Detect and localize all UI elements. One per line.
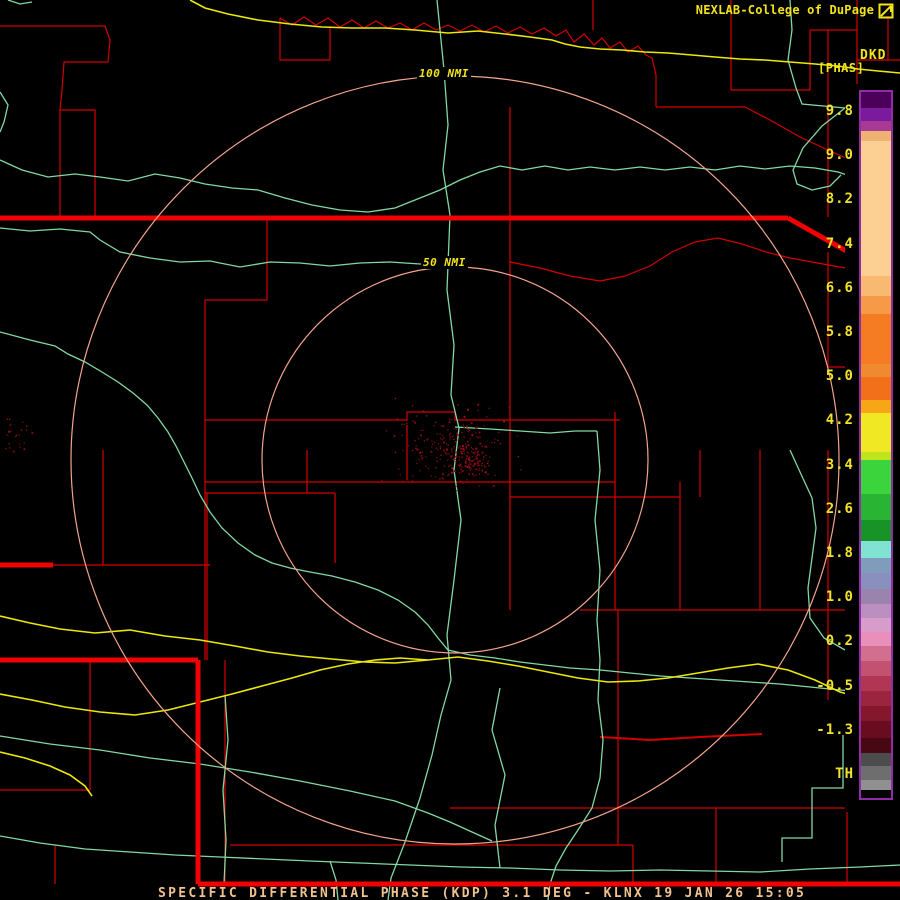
colorbar-segment (861, 92, 891, 108)
colorbar-segment (861, 276, 891, 296)
river-line (387, 0, 462, 900)
river-line (781, 735, 844, 862)
colorbar-segment (861, 141, 891, 276)
colorbar-segment (861, 632, 891, 646)
river-line (0, 227, 448, 268)
colorbar-segment (861, 400, 891, 413)
colorbar-segment (861, 541, 891, 558)
colorbar-segment (861, 676, 891, 691)
colorbar-tick-label: 9.0 (825, 147, 854, 163)
radar-map-canvas (0, 0, 900, 900)
colorbar-tick-label: 6.6 (825, 280, 854, 296)
colorbar (859, 90, 893, 800)
colorbar-segment (861, 460, 891, 494)
colorbar-segment (861, 753, 891, 766)
colorbar-tick-label: 8.2 (825, 191, 854, 207)
colorbar-tick-label: 1.8 (825, 545, 854, 561)
colorbar-segment (861, 520, 891, 541)
colorbar-segment (861, 296, 891, 314)
colorbar-segment (861, 121, 891, 131)
colorbar-tick-label: 5.0 (825, 368, 854, 384)
county-boundary-line (0, 25, 111, 217)
colorbar-segment (861, 604, 891, 618)
colorbar-segment (861, 646, 891, 661)
river-line (0, 91, 9, 133)
river-line (0, 331, 863, 693)
colorbar-segment (861, 790, 891, 798)
colorbar-segment (861, 573, 891, 589)
colorbar-tick-label: -0.5 (816, 678, 854, 694)
colorbar-tick-label: 4.2 (825, 412, 854, 428)
colorbar-segment (861, 452, 891, 460)
colorbar-segment (861, 377, 891, 400)
colorbar-segment (861, 314, 891, 364)
colorbar-segment (861, 131, 891, 141)
colorbar-tick-label: 2.6 (825, 501, 854, 517)
colorbar-tick-label: 9.8 (825, 103, 854, 119)
colorbar-segment (861, 618, 891, 632)
river-line (0, 735, 493, 842)
colorbar-segment (861, 721, 891, 738)
colorbar-segment (861, 691, 891, 706)
colorbar-segment (861, 780, 891, 790)
colorbar-tick-label: 5.8 (825, 324, 854, 340)
river-line (0, 159, 863, 213)
status-bar-text: SPECIFIC DIFFERENTIAL PHASE (KDP) 3.1 DE… (158, 886, 807, 900)
colorbar-segment (861, 558, 891, 573)
colorbar-segment (861, 706, 891, 721)
colorbar-segment (861, 661, 891, 676)
range-ring-label-100nmi: 100 NMI (417, 67, 471, 80)
county-boundary-line (509, 237, 847, 282)
colorbar-segment (861, 108, 891, 121)
colorbar-segment (861, 413, 891, 452)
highway-line (0, 657, 429, 716)
river-line (7, 0, 33, 5)
red-road-line (599, 733, 763, 742)
colorbar-tick-label: -1.3 (816, 722, 854, 738)
county-boundary-line (827, 252, 846, 368)
colorbar-segment (861, 494, 891, 520)
colorbar-tick-label: 3.4 (825, 457, 854, 473)
colorbar-tick-label: 1.0 (825, 589, 854, 605)
colorbar-segment (861, 766, 891, 780)
colorbar-tick-label: 0.2 (825, 633, 854, 649)
colorbar-segment (861, 738, 891, 753)
range-ring-label-50nmi: 50 NMI (421, 256, 468, 269)
colorbar-tick-label: 7.4 (825, 236, 854, 252)
county-boundary-line (279, 16, 657, 107)
colorbar-threshold-label: TH (835, 766, 854, 782)
river-line (547, 430, 604, 900)
radar-display: 9.8 9.0 8.2 7.4 6.6 5.8 5.0 4.2 3.4 2.6 1.8 1.0 0.2 -… (0, 0, 900, 900)
colorbar-segment (861, 364, 891, 377)
cod-logo-icon (878, 3, 894, 19)
county-boundary-line (204, 217, 268, 660)
page-title: NEXLAB-College of DuPage (695, 3, 874, 17)
colorbar-segment (861, 589, 891, 604)
county-boundary-line (60, 109, 96, 217)
river-line (0, 835, 900, 873)
product-label: [PHAS] (818, 61, 865, 75)
